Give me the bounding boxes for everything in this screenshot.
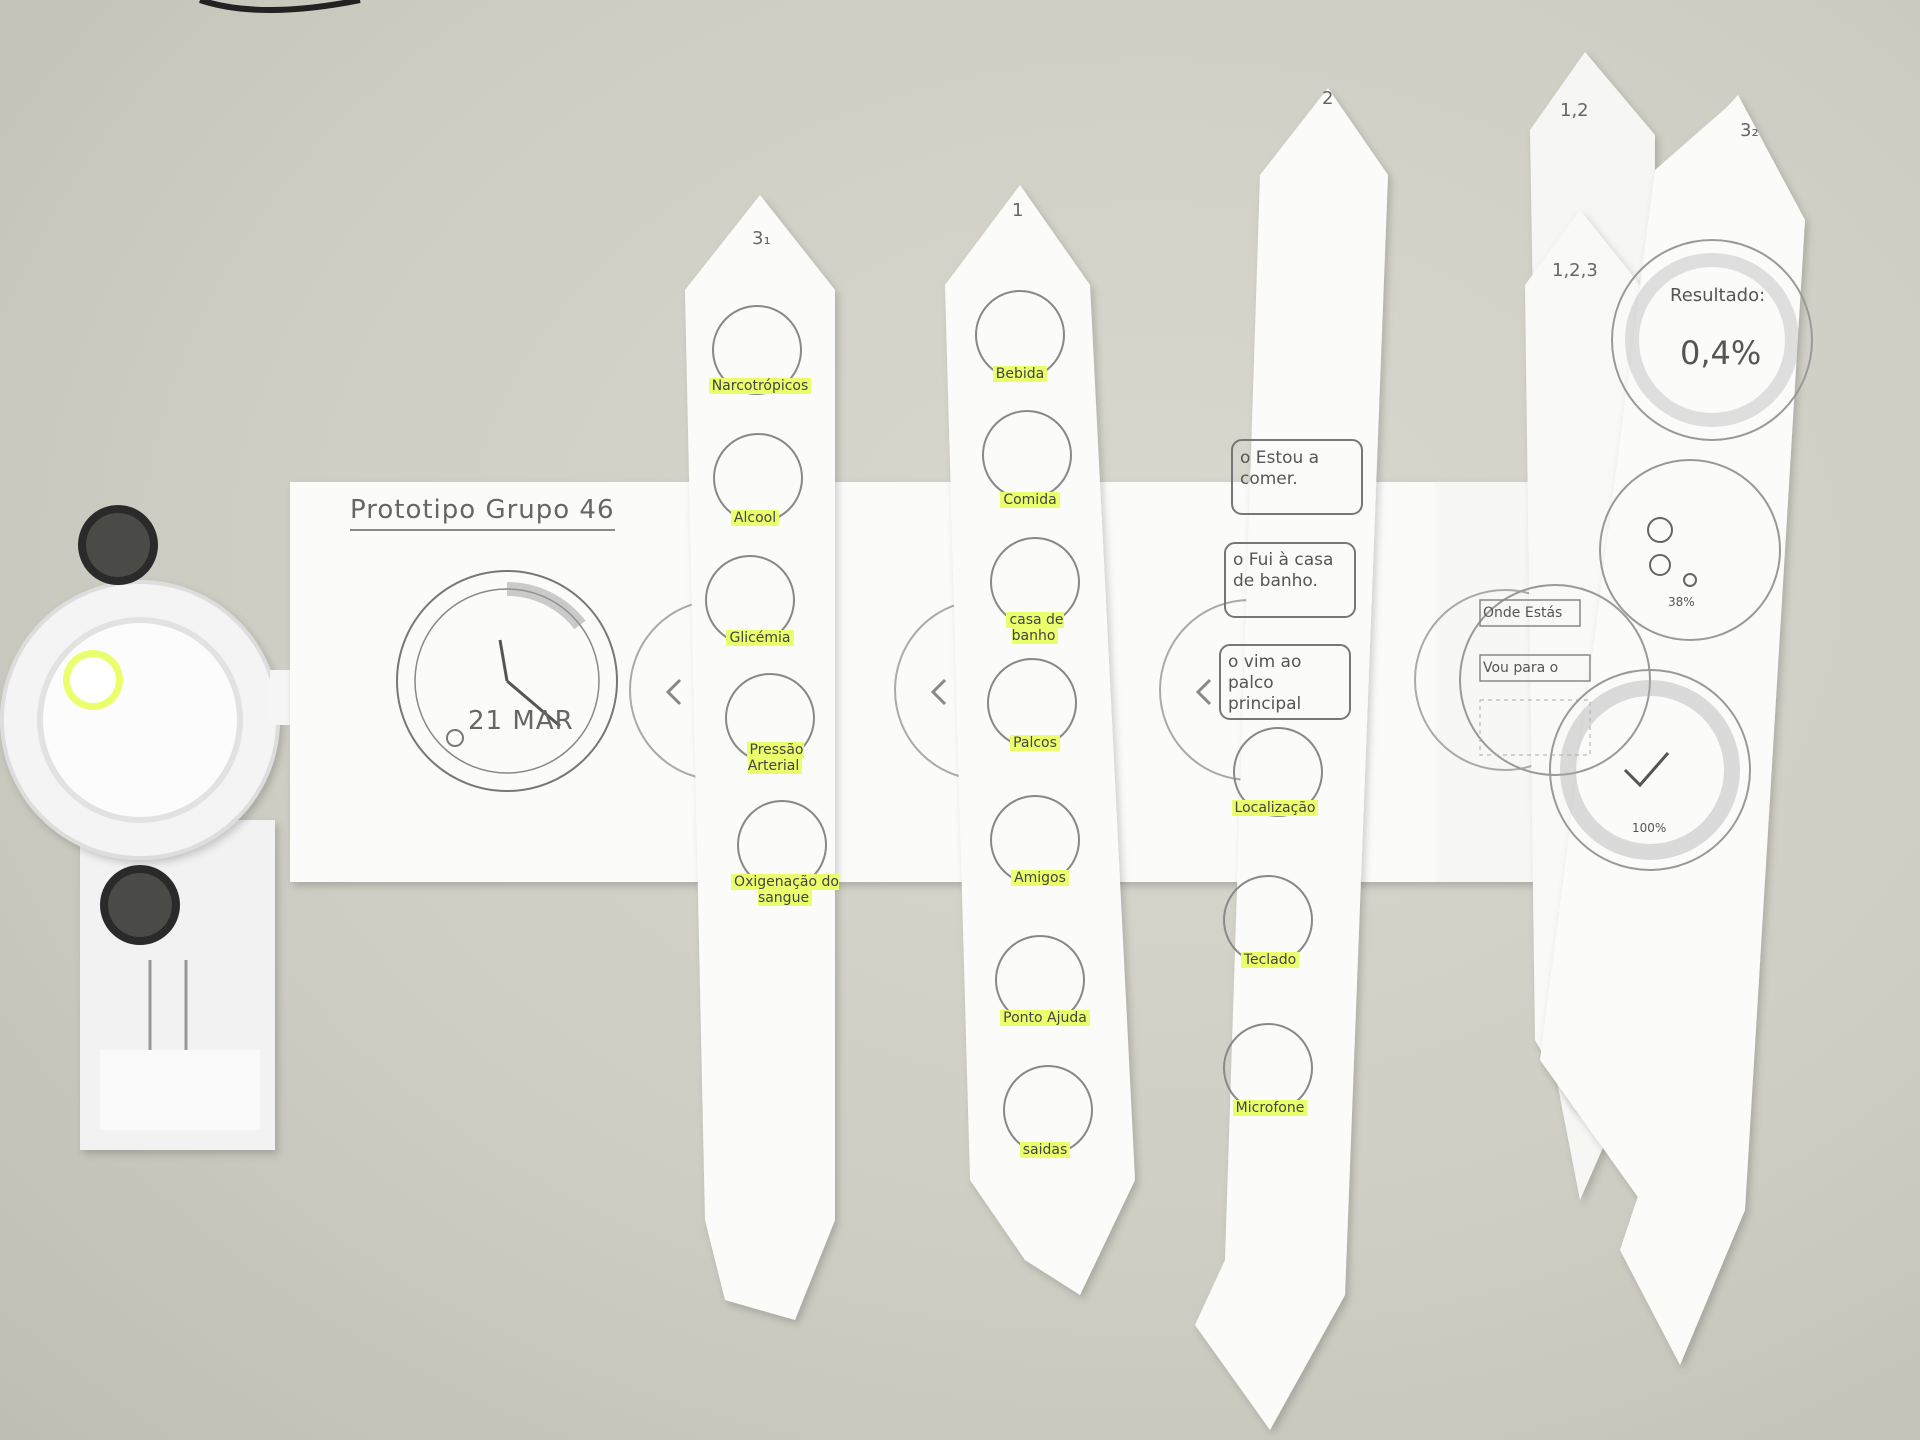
done-label: 100% — [1632, 821, 1667, 835]
strip-1-label-3: Pressão Arterial — [746, 742, 804, 774]
message-main-stage: o vim ao palco principal — [1228, 652, 1302, 714]
cable — [199, 0, 361, 13]
strip-3-label-2: Microfone — [1215, 1100, 1325, 1116]
message-bathroom: o Fui à casa de banho. — [1233, 550, 1334, 591]
keyboard-line-0: Onde Estás — [1483, 605, 1563, 621]
strip-3-number: 2 — [1322, 88, 1334, 109]
strip-5-number: 1,2,3 — [1552, 260, 1598, 281]
strip-2-label-5: Ponto Ajuda — [990, 1010, 1100, 1026]
keyboard-line-1: Vou para o — [1483, 660, 1559, 676]
clock-date: 21 MAR — [468, 706, 574, 736]
prototype-title: Prototipo Grupo 46 — [350, 495, 615, 531]
strip-2-number: 1 — [1012, 200, 1024, 221]
message-eating: o Estou a comer. — [1240, 448, 1320, 489]
watch-prototype — [0, 505, 330, 1150]
strip-1-label-2: Glicémia — [705, 630, 815, 646]
strip-1-number: 3₁ — [752, 228, 771, 249]
strip-2-label-1: Comida — [985, 492, 1075, 508]
strip-1-label-0: Narcotrópicos — [695, 378, 825, 394]
photo-scene — [0, 0, 1813, 1430]
result-value: 0,4% — [1680, 334, 1762, 372]
result-label: Resultado: — [1670, 285, 1766, 306]
strip-1-label-1: Alcool — [700, 510, 810, 526]
strip-2-label-3: Palcos — [985, 735, 1085, 751]
progress-label: 38% — [1668, 595, 1695, 609]
strip-3-label-0: Localização — [1215, 800, 1335, 816]
strip-6-number: 3₂ — [1740, 120, 1759, 141]
strip-4-number: 1,2 — [1560, 100, 1589, 121]
strip-2-label-6: saidas — [995, 1142, 1095, 1158]
strip-3-label-1: Teclado — [1215, 952, 1325, 968]
strip-2-label-0: Bebida — [975, 366, 1065, 382]
strip-2-label-4: Amigos — [990, 870, 1090, 886]
strip-2-label-2: casa de banho — [990, 612, 1080, 644]
strip-1-label-4: Oxigenação do sangue — [725, 874, 845, 906]
